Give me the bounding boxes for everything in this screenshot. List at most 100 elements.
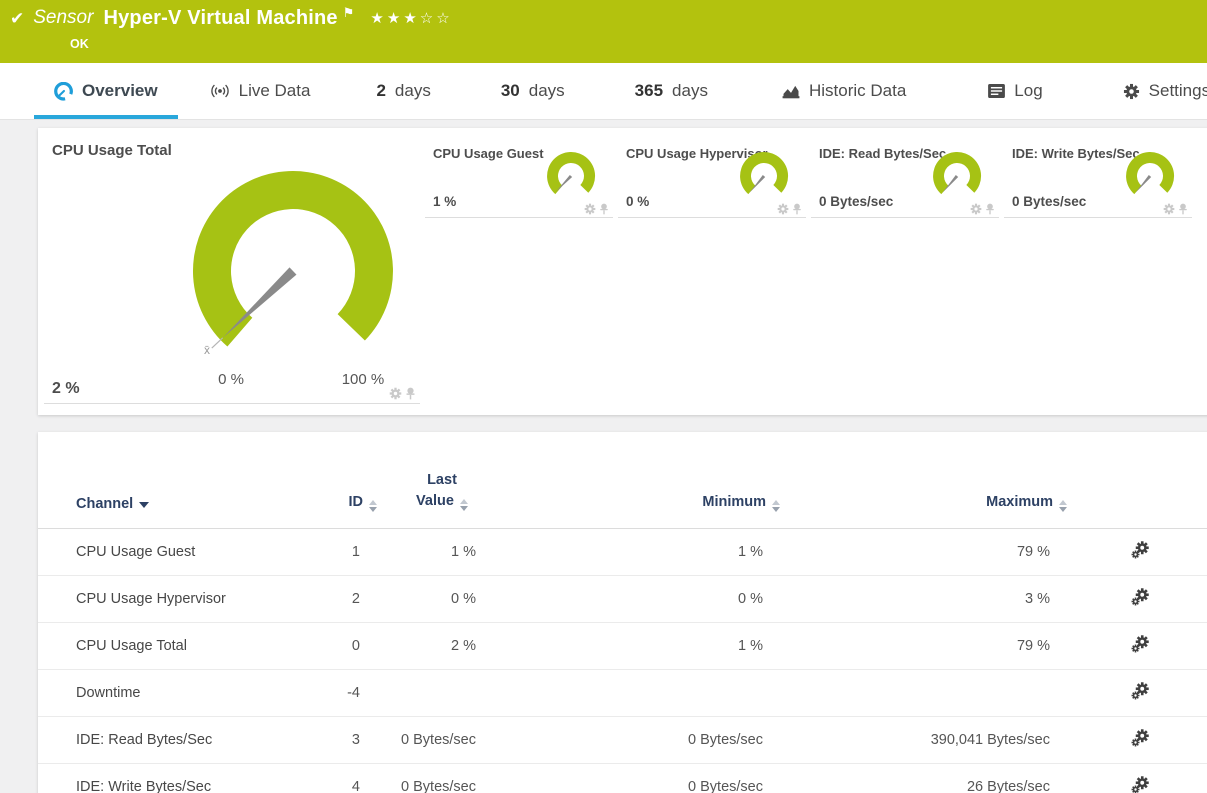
table-row[interactable]: Downtime -4 <box>38 669 1207 718</box>
last-value <box>360 669 476 718</box>
sort-icon <box>459 499 468 512</box>
table-row[interactable]: CPU Usage Guest 1 1 % 1 % 79 % <box>38 528 1207 577</box>
sensor-status-text: OK <box>70 37 89 51</box>
log-list-icon <box>988 84 1006 98</box>
channel-id: 4 <box>316 763 360 793</box>
channel-name: IDE: Read Bytes/Sec <box>38 716 316 765</box>
tab-bar: Overview Live Data 2 days 30 days 365 da… <box>0 63 1207 120</box>
last-value: 0 Bytes/sec <box>360 716 476 765</box>
maximum-value: 26 Bytes/sec <box>763 763 1050 793</box>
gauge-tile-cpu-usage-guest: CPU Usage Guest 1 % <box>425 140 613 218</box>
channel-settings-icon[interactable] <box>1131 682 1149 700</box>
gauge-title: CPU Usage Guest <box>433 146 544 161</box>
pin-icon[interactable] <box>599 203 609 215</box>
sort-icon <box>772 500 780 513</box>
channel-id: 3 <box>316 716 360 765</box>
column-header-minimum[interactable]: Minimum <box>476 432 780 530</box>
sort-icon <box>369 500 377 513</box>
channel-name: Downtime <box>38 669 316 718</box>
tab-number: 30 <box>500 81 520 100</box>
tab-label: Settings <box>1148 81 1207 100</box>
maximum-value: 390,041 Bytes/sec <box>763 716 1050 765</box>
channel-table-panel: Channel ID Last Value Minimum Maximum CP… <box>38 432 1207 793</box>
gauge-tile-ide-write: IDE: Write Bytes/Sec 0 Bytes/sec <box>1004 140 1192 218</box>
last-value: 1 % <box>360 528 476 577</box>
gauge-current-value: 0 Bytes/sec <box>1012 194 1087 209</box>
channel-table: Channel ID Last Value Minimum Maximum CP… <box>38 432 1207 793</box>
pin-icon[interactable] <box>1178 203 1188 215</box>
small-gauge <box>740 152 789 195</box>
minimum-value: 0 % <box>476 575 763 624</box>
gear-icon[interactable] <box>389 387 402 400</box>
tab-settings[interactable]: Settings <box>1103 63 1207 119</box>
gauge-tile-cpu-usage-hypervisor: CPU Usage Hypervisor 0 % <box>618 140 806 218</box>
channel-settings-icon[interactable] <box>1131 588 1149 606</box>
maximum-value: 3 % <box>763 575 1050 624</box>
table-row[interactable]: IDE: Write Bytes/Sec 4 0 Bytes/sec 0 Byt… <box>38 763 1207 793</box>
tab-historic-data[interactable]: Historic Data <box>762 63 926 119</box>
cpu-total-gauge: x̄ <box>192 171 393 357</box>
gear-icon[interactable] <box>584 203 596 215</box>
minimum-value: 0 Bytes/sec <box>476 763 763 793</box>
gear-icon[interactable] <box>970 203 982 215</box>
column-header-last-value[interactable]: Last Value <box>360 432 476 530</box>
last-value: 0 % <box>360 575 476 624</box>
average-marker: x̄ <box>204 343 210 357</box>
channel-settings-icon[interactable] <box>1131 729 1149 747</box>
pin-icon[interactable] <box>405 387 416 400</box>
tab-live-data[interactable]: Live Data <box>190 63 331 119</box>
minimum-value: 1 % <box>476 622 763 671</box>
live-data-icon <box>210 84 229 98</box>
gauge-scale-max: 100 % <box>341 371 385 388</box>
minimum-value: 1 % <box>476 528 763 577</box>
tab-365-days[interactable]: 365 days <box>615 63 728 119</box>
tab-30-days[interactable]: 30 days <box>481 63 585 119</box>
column-header-id[interactable]: ID <box>316 432 377 530</box>
maximum-value: 79 % <box>763 528 1050 577</box>
gauge-tile-cpu-usage-total: CPU Usage Total x̄ 0 % 100 % 2 % <box>44 128 420 404</box>
tab-label: days <box>528 81 565 100</box>
last-value: 2 % <box>360 622 476 671</box>
small-gauge <box>1126 152 1175 195</box>
sort-desc-icon <box>139 502 150 509</box>
maximum-value <box>763 669 1050 718</box>
tab-log[interactable]: Log <box>968 63 1062 119</box>
channel-id: -4 <box>316 669 360 718</box>
table-row[interactable]: CPU Usage Total 0 2 % 1 % 79 % <box>38 622 1207 671</box>
minimum-value <box>476 669 763 718</box>
status-ok-check-icon: ✔ <box>10 9 25 28</box>
minimum-value: 0 Bytes/sec <box>476 716 763 765</box>
gear-icon[interactable] <box>1163 203 1175 215</box>
gauge-current-value: 2 % <box>52 380 80 397</box>
sensor-status-bar: ✔ Sensor Hyper-V Virtual Machine ⚑ ★★★☆☆… <box>0 0 1207 63</box>
priority-star-rating[interactable]: ★★★☆☆ <box>370 9 452 27</box>
channel-name: CPU Usage Total <box>38 622 316 671</box>
tab-label: Log <box>1014 81 1043 100</box>
pin-icon[interactable] <box>792 203 802 215</box>
channel-name: CPU Usage Hypervisor <box>38 575 316 624</box>
gauge-current-value: 1 % <box>433 194 457 209</box>
tab-label: Historic Data <box>808 81 907 100</box>
area-chart-icon <box>782 85 800 98</box>
sensor-title: Hyper-V Virtual Machine <box>103 7 338 29</box>
column-header-maximum[interactable]: Maximum <box>763 432 1067 530</box>
table-row[interactable]: IDE: Read Bytes/Sec 3 0 Bytes/sec 0 Byte… <box>38 716 1207 765</box>
channel-settings-icon[interactable] <box>1131 635 1149 653</box>
gear-icon[interactable] <box>777 203 789 215</box>
channel-id: 0 <box>316 622 360 671</box>
channel-settings-icon[interactable] <box>1131 541 1149 559</box>
table-row[interactable]: CPU Usage Hypervisor 2 0 % 0 % 3 % <box>38 575 1207 624</box>
tab-2-days[interactable]: 2 days <box>356 63 450 119</box>
channel-name: IDE: Write Bytes/Sec <box>38 763 316 793</box>
gauge-tile-ide-read: IDE: Read Bytes/Sec 0 Bytes/sec <box>811 140 999 218</box>
tab-overview[interactable]: Overview <box>34 63 178 119</box>
column-header-channel[interactable]: Channel <box>38 432 316 530</box>
sort-icon <box>1059 500 1067 513</box>
priority-flag-icon[interactable]: ⚑ <box>343 5 355 21</box>
pin-icon[interactable] <box>985 203 995 215</box>
tab-label: days <box>394 81 431 100</box>
gauge-title: CPU Usage Total <box>52 142 172 159</box>
gauge-scale-min: 0 % <box>218 371 244 388</box>
tab-number: 2 <box>376 81 386 100</box>
channel-settings-icon[interactable] <box>1131 776 1149 793</box>
